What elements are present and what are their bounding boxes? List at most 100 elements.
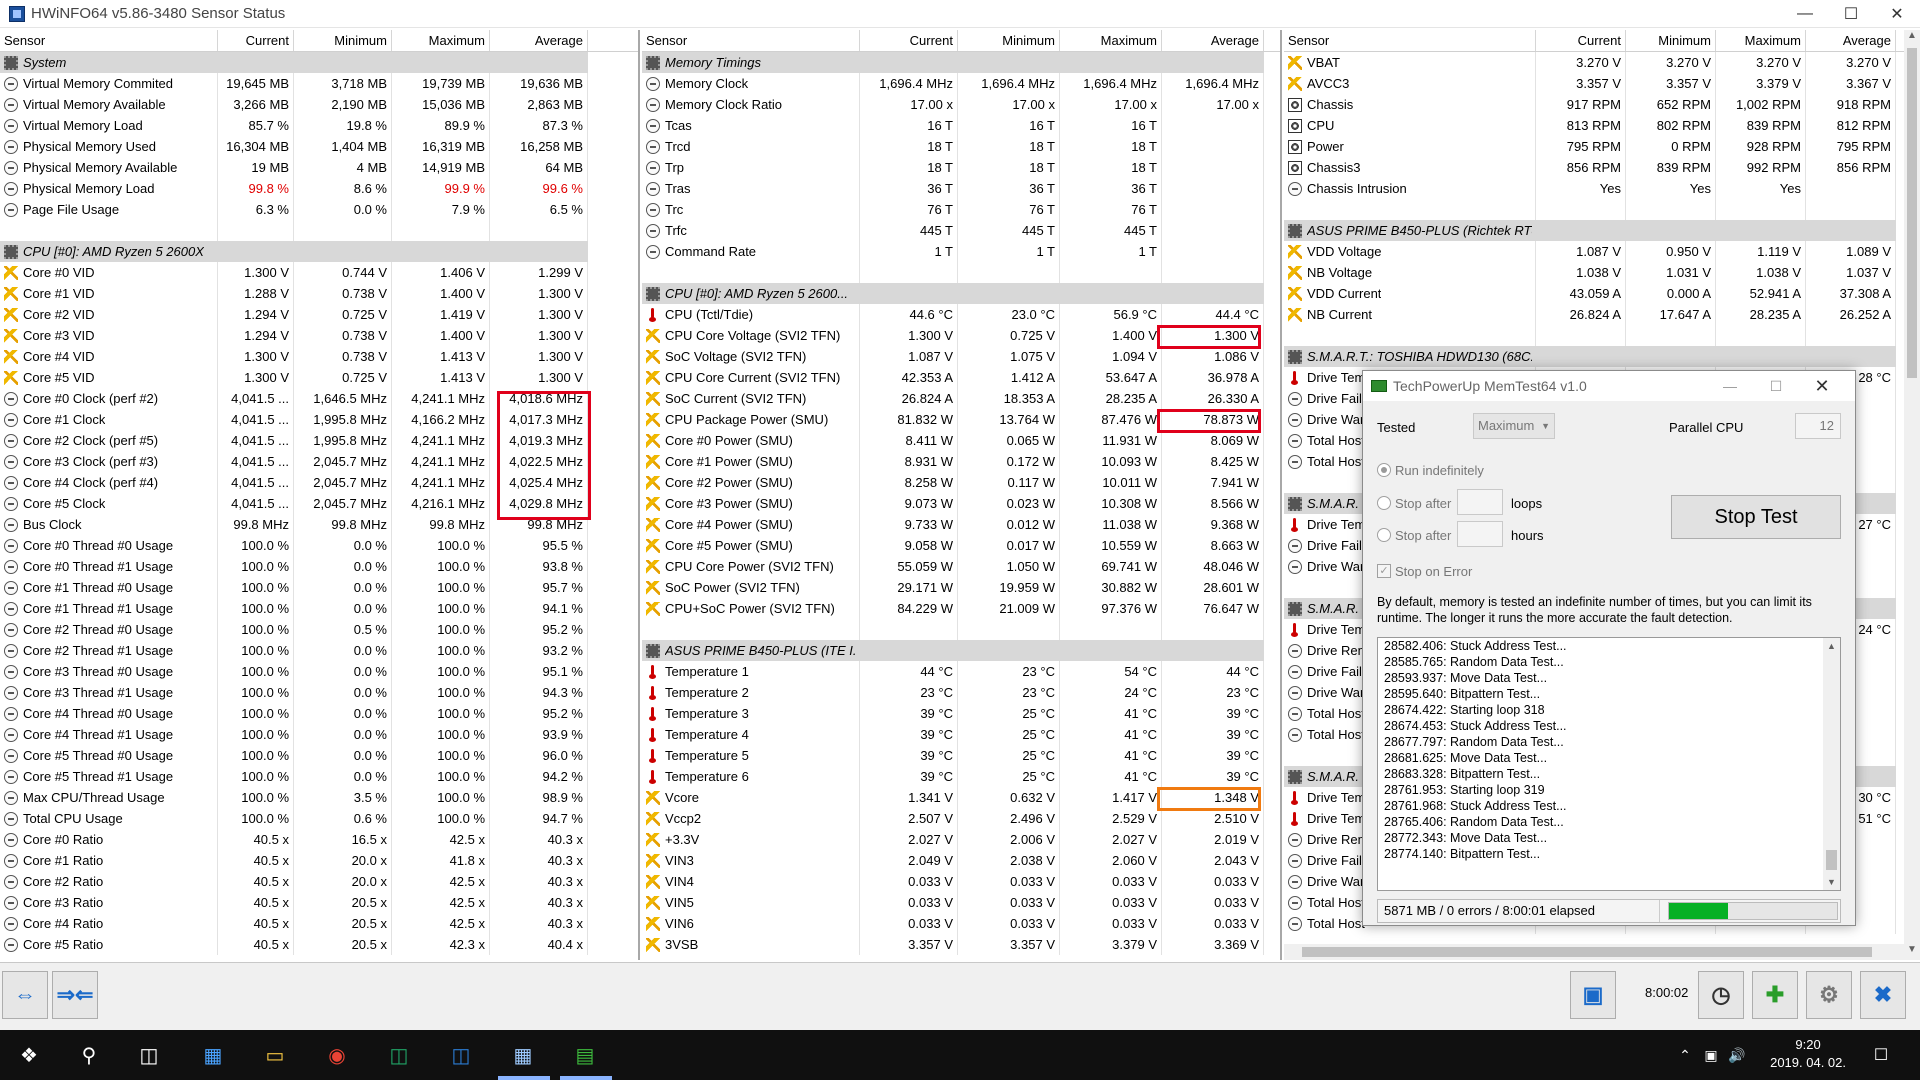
sensor-row[interactable]: VDD Current 43.059 A 0.000 A 52.941 A 37.308… xyxy=(1284,283,1904,304)
h-scrollbar-thumb[interactable] xyxy=(1302,947,1872,957)
sensor-row[interactable]: Chassis3 856 RPM 839 RPM 992 RPM 856 RPM xyxy=(1284,157,1904,178)
sensor-row[interactable]: CPU (Tctl/Tdie) 44.6 °C 23.0 °C 56.9 °C 44.4… xyxy=(642,304,1280,325)
sensor-row[interactable]: 3VSB 3.357 V 3.357 V 3.379 V 3.369 V xyxy=(642,934,1280,955)
sensor-row[interactable]: Trfc 445 T 445 T 445 T xyxy=(642,220,1280,241)
sensor-group-header[interactable]: Memory Timings xyxy=(642,52,1280,73)
column-header-minimum[interactable]: Minimum xyxy=(958,30,1060,51)
taskbar-app-1[interactable]: ▦ xyxy=(198,1040,228,1070)
sensor-group-header[interactable]: CPU [#0]: AMD Ryzen 5 2600X xyxy=(0,241,638,262)
memtest-maximize-button[interactable]: ☐ xyxy=(1753,371,1799,401)
sensor-row[interactable]: Core #2 Ratio 40.5 x 20.0 x 42.5 x 40.3 x xyxy=(0,871,638,892)
taskbar-hwinfo[interactable]: ▦ xyxy=(508,1040,538,1070)
sensor-group-header[interactable]: System xyxy=(0,52,638,73)
exit-button[interactable]: ✖ xyxy=(1860,971,1906,1019)
sensor-row[interactable]: Temperature 4 39 °C 25 °C 41 °C 39 °C xyxy=(642,724,1280,745)
sensor-row[interactable]: Bus Clock 99.8 MHz 99.8 MHz 99.8 MHz 99.8 MH… xyxy=(0,514,638,535)
sensor-row[interactable]: Trp 18 T 18 T 18 T xyxy=(642,157,1280,178)
sensor-row[interactable]: AVCC3 3.357 V 3.357 V 3.379 V 3.367 V xyxy=(1284,73,1904,94)
collapse-arrows-button[interactable]: ⇒⇐ xyxy=(52,971,98,1019)
sensor-row[interactable]: Chassis 917 RPM 652 RPM 1,002 RPM 918 RPM xyxy=(1284,94,1904,115)
tray-clock[interactable]: 9:20 2019. 04. 02. xyxy=(1770,1036,1846,1072)
column-header-minimum[interactable]: Minimum xyxy=(294,30,392,51)
sensor-group-header[interactable]: ASUS PRIME B450-PLUS (Richtek RT8... xyxy=(1284,220,1904,241)
sensor-row[interactable]: Core #3 VID 1.294 V 0.738 V 1.400 V 1.300 V xyxy=(0,325,638,346)
sensor-row[interactable]: Core #0 Clock (perf #2) 4,041.5 ... 1,646.… xyxy=(0,388,638,409)
sensor-row[interactable]: Core #3 Thread #0 Usage 100.0 % 0.0 % 100.0… xyxy=(0,661,638,682)
notifications-button[interactable]: ☐ xyxy=(1866,1040,1896,1070)
sensor-row[interactable]: Core #5 Clock 4,041.5 ... 2,045.7 MHz 4,216… xyxy=(0,493,638,514)
sensor-row[interactable]: Physical Memory Used 16,304 MB 1,404 MB 16,… xyxy=(0,136,638,157)
stop-on-error-checkbox[interactable]: ✓ xyxy=(1377,564,1391,578)
sensor-row[interactable]: Temperature 1 44 °C 23 °C 54 °C 44 °C xyxy=(642,661,1280,682)
sensor-row[interactable]: Core #4 Thread #0 Usage 100.0 % 0.0 % 100.0… xyxy=(0,703,638,724)
sensor-row[interactable]: CPU+SoC Power (SVI2 TFN) 84.229 W 21.009 W… xyxy=(642,598,1280,619)
parallel-cpu-input[interactable]: 12 xyxy=(1795,413,1841,439)
column-header-maximum[interactable]: Maximum xyxy=(392,30,490,51)
scroll-up-icon[interactable]: ▲ xyxy=(1904,30,1920,46)
sensor-row[interactable]: Virtual Memory Load 85.7 % 19.8 % 89.9 % 87.… xyxy=(0,115,638,136)
sensor-row[interactable]: SoC Power (SVI2 TFN) 29.171 W 19.959 W 30.8… xyxy=(642,577,1280,598)
run-indefinitely-radio[interactable] xyxy=(1377,463,1391,477)
taskbar-word[interactable]: ◫ xyxy=(446,1040,476,1070)
log-scroll-down-icon[interactable]: ▼ xyxy=(1823,874,1840,890)
sensor-row[interactable]: Trc 76 T 76 T 76 T xyxy=(642,199,1280,220)
sensor-row[interactable]: CPU 813 RPM 802 RPM 839 RPM 812 RPM xyxy=(1284,115,1904,136)
hours-input[interactable] xyxy=(1457,521,1503,547)
column-header-current[interactable]: Current xyxy=(860,30,958,51)
sensor-row[interactable]: Core #0 VID 1.300 V 0.744 V 1.406 V 1.299 V xyxy=(0,262,638,283)
column-header-current[interactable]: Current xyxy=(218,30,294,51)
sensor-row[interactable]: Memory Clock 1,696.4 MHz 1,696.4 MHz 1,696.… xyxy=(642,73,1280,94)
memtest-close-button[interactable]: ✕ xyxy=(1799,371,1845,401)
sensor-row[interactable]: Core #4 VID 1.300 V 0.738 V 1.413 V 1.300 V xyxy=(0,346,638,367)
close-button[interactable]: ✕ xyxy=(1874,0,1920,28)
sensor-group-header[interactable]: S.M.A.R.T.: TOSHIBA HDWD130 (68C... xyxy=(1284,346,1904,367)
sensor-row[interactable]: VIN4 0.033 V 0.033 V 0.033 V 0.033 V xyxy=(642,871,1280,892)
sensor-group-header[interactable]: ASUS PRIME B450-PLUS (ITE I... xyxy=(642,640,1280,661)
add-report-button[interactable]: ✚ xyxy=(1752,971,1798,1019)
sensor-row[interactable]: Tras 36 T 36 T 36 T xyxy=(642,178,1280,199)
sensor-row[interactable]: CPU Core Voltage (SVI2 TFN) 1.300 V 0.725 … xyxy=(642,325,1280,346)
loops-input[interactable] xyxy=(1457,489,1503,515)
sensor-row[interactable]: Page File Usage 6.3 % 0.0 % 7.9 % 6.5 % xyxy=(0,199,638,220)
sensor-row[interactable]: Core #3 Ratio 40.5 x 20.5 x 42.5 x 40.3 x xyxy=(0,892,638,913)
search-button[interactable]: ⚲ xyxy=(74,1040,104,1070)
sensor-row[interactable]: CPU Package Power (SMU) 81.832 W 13.764 W8… xyxy=(642,409,1280,430)
log-scroll-up-icon[interactable]: ▲ xyxy=(1823,638,1840,654)
maximize-button[interactable]: ☐ xyxy=(1828,0,1874,28)
column-header-sensor[interactable]: Sensor xyxy=(1284,30,1536,51)
sensor-group-header[interactable]: CPU [#0]: AMD Ryzen 5 2600... xyxy=(642,283,1280,304)
column-header-average[interactable]: Average xyxy=(1806,30,1896,51)
sensor-row[interactable]: +3.3V 2.027 V 2.006 V 2.027 V 2.019 V xyxy=(642,829,1280,850)
sensor-row[interactable]: Core #2 Clock (perf #5) 4,041.5 ... 1,995.… xyxy=(0,430,638,451)
log-scrollbar[interactable]: ▲ ▼ xyxy=(1823,638,1840,890)
sensor-row[interactable]: Temperature 6 39 °C 25 °C 41 °C 39 °C xyxy=(642,766,1280,787)
horizontal-scrollbar[interactable] xyxy=(1284,944,1904,960)
sensor-row[interactable]: Memory Clock Ratio 17.00 x 17.00 x 17.00 x1… xyxy=(642,94,1280,115)
sensor-row[interactable]: Core #1 Thread #1 Usage 100.0 % 0.0 % 100.0… xyxy=(0,598,638,619)
sensor-row[interactable]: Core #1 Power (SMU) 8.931 W 0.172 W 10.093 … xyxy=(642,451,1280,472)
column-header-minimum[interactable]: Minimum xyxy=(1626,30,1716,51)
sensor-row[interactable]: Tcas 16 T 16 T 16 T xyxy=(642,115,1280,136)
sensor-row[interactable]: Core #5 Power (SMU) 9.058 W 0.017 W 10.559 … xyxy=(642,535,1280,556)
sensor-row[interactable]: Trcd 18 T 18 T 18 T xyxy=(642,136,1280,157)
sensor-row[interactable]: Core #5 Ratio 40.5 x 20.5 x 42.3 x 40.4 x xyxy=(0,934,638,955)
sensor-row[interactable]: Temperature 3 39 °C 25 °C 41 °C 39 °C xyxy=(642,703,1280,724)
sensor-row[interactable]: Core #4 Clock (perf #4) 4,041.5 ... 2,045.… xyxy=(0,472,638,493)
sensor-row[interactable]: Core #2 Thread #1 Usage 100.0 % 0.0 % 100.0… xyxy=(0,640,638,661)
sensor-row[interactable]: Core #4 Power (SMU) 9.733 W 0.012 W 11.038 … xyxy=(642,514,1280,535)
minimize-button[interactable]: — xyxy=(1782,0,1828,28)
sensor-row[interactable]: VIN5 0.033 V 0.033 V 0.033 V 0.033 V xyxy=(642,892,1280,913)
sensor-row[interactable]: Core #0 Ratio 40.5 x 16.5 x 42.5 x 40.3 x xyxy=(0,829,638,850)
sensor-row[interactable]: Physical Memory Load 99.8 % 8.6 % 99.9 % 99.… xyxy=(0,178,638,199)
stop-test-button[interactable]: Stop Test xyxy=(1671,495,1841,539)
column-header-sensor[interactable]: Sensor xyxy=(642,30,860,51)
sensor-row[interactable]: Core #1 Thread #0 Usage 100.0 % 0.0 % 100.0… xyxy=(0,577,638,598)
settings-button[interactable]: ⚙ xyxy=(1806,971,1852,1019)
task-view-button[interactable]: ◫ xyxy=(134,1040,164,1070)
sensor-row[interactable]: Total CPU Usage 100.0 % 0.6 % 100.0 % 94.7 % xyxy=(0,808,638,829)
sensor-row[interactable]: Physical Memory Available 19 MB 4 MB 14,919… xyxy=(0,157,638,178)
sensor-row[interactable]: Vcore 1.341 V 0.632 V 1.417 V 1.348 V xyxy=(642,787,1280,808)
sensor-row[interactable]: Core #3 Thread #1 Usage 100.0 % 0.0 % 100.0… xyxy=(0,682,638,703)
sensor-row[interactable]: SoC Current (SVI2 TFN) 26.824 A 18.353 A 28… xyxy=(642,388,1280,409)
sensor-row[interactable]: Core #4 Thread #1 Usage 100.0 % 0.0 % 100.0… xyxy=(0,724,638,745)
